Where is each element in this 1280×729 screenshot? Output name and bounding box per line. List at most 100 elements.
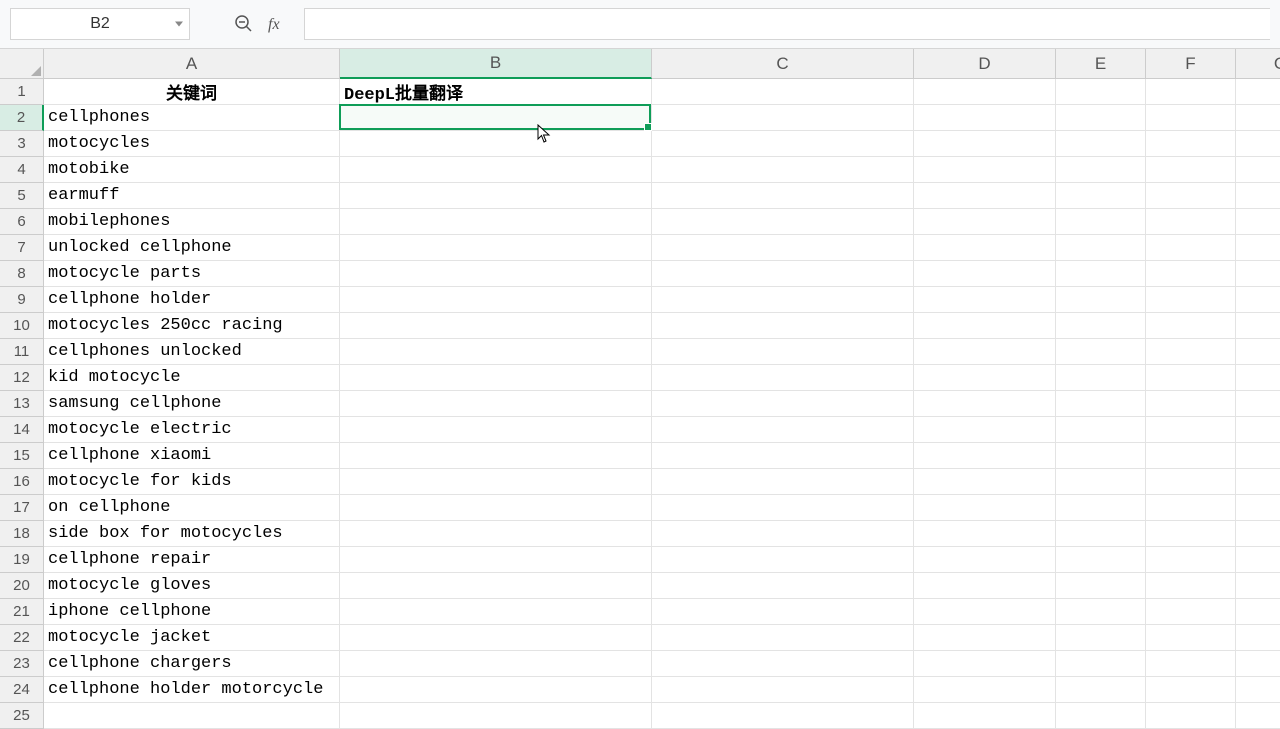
cell-F17[interactable]: [1146, 495, 1236, 521]
cell-F8[interactable]: [1146, 261, 1236, 287]
cell-D7[interactable]: [914, 235, 1056, 261]
cell-B6[interactable]: [340, 209, 652, 235]
cell-F20[interactable]: [1146, 573, 1236, 599]
cell-G7[interactable]: [1236, 235, 1280, 261]
cell-E11[interactable]: [1056, 339, 1146, 365]
cell-C18[interactable]: [652, 521, 914, 547]
row-header-23[interactable]: 23: [0, 651, 44, 677]
cell-B18[interactable]: [340, 521, 652, 547]
cell-E16[interactable]: [1056, 469, 1146, 495]
row-header-1[interactable]: 1: [0, 79, 44, 105]
cell-B9[interactable]: [340, 287, 652, 313]
cell-D6[interactable]: [914, 209, 1056, 235]
cell-B21[interactable]: [340, 599, 652, 625]
cell-B13[interactable]: [340, 391, 652, 417]
row-header-2[interactable]: 2: [0, 105, 44, 131]
cell-C6[interactable]: [652, 209, 914, 235]
cell-D21[interactable]: [914, 599, 1056, 625]
cell-A6[interactable]: mobilephones: [44, 209, 340, 235]
cell-E5[interactable]: [1056, 183, 1146, 209]
cell-F1[interactable]: [1146, 79, 1236, 105]
cell-B3[interactable]: [340, 131, 652, 157]
cell-F12[interactable]: [1146, 365, 1236, 391]
cell-E24[interactable]: [1056, 677, 1146, 703]
row-header-22[interactable]: 22: [0, 625, 44, 651]
cell-D24[interactable]: [914, 677, 1056, 703]
cell-C22[interactable]: [652, 625, 914, 651]
cell-D5[interactable]: [914, 183, 1056, 209]
row-header-20[interactable]: 20: [0, 573, 44, 599]
cell-C14[interactable]: [652, 417, 914, 443]
cell-C9[interactable]: [652, 287, 914, 313]
cell-B24[interactable]: [340, 677, 652, 703]
cell-C17[interactable]: [652, 495, 914, 521]
cell-E8[interactable]: [1056, 261, 1146, 287]
cell-G6[interactable]: [1236, 209, 1280, 235]
cell-D9[interactable]: [914, 287, 1056, 313]
cell-D19[interactable]: [914, 547, 1056, 573]
fx-icon[interactable]: fx: [264, 10, 292, 38]
cell-E21[interactable]: [1056, 599, 1146, 625]
cell-E3[interactable]: [1056, 131, 1146, 157]
cell-A25[interactable]: [44, 703, 340, 729]
cell-B17[interactable]: [340, 495, 652, 521]
cell-G23[interactable]: [1236, 651, 1280, 677]
cell-E1[interactable]: [1056, 79, 1146, 105]
cell-C10[interactable]: [652, 313, 914, 339]
cell-F10[interactable]: [1146, 313, 1236, 339]
cell-E25[interactable]: [1056, 703, 1146, 729]
cell-B22[interactable]: [340, 625, 652, 651]
cell-D2[interactable]: [914, 105, 1056, 131]
row-header-10[interactable]: 10: [0, 313, 44, 339]
cell-D22[interactable]: [914, 625, 1056, 651]
cell-B23[interactable]: [340, 651, 652, 677]
cell-G11[interactable]: [1236, 339, 1280, 365]
cell-D18[interactable]: [914, 521, 1056, 547]
row-header-11[interactable]: 11: [0, 339, 44, 365]
row-header-4[interactable]: 4: [0, 157, 44, 183]
cell-F3[interactable]: [1146, 131, 1236, 157]
cell-C7[interactable]: [652, 235, 914, 261]
cell-F25[interactable]: [1146, 703, 1236, 729]
cell-D12[interactable]: [914, 365, 1056, 391]
row-header-24[interactable]: 24: [0, 677, 44, 703]
cell-A17[interactable]: on cellphone: [44, 495, 340, 521]
cell-C25[interactable]: [652, 703, 914, 729]
row-header-14[interactable]: 14: [0, 417, 44, 443]
cell-G15[interactable]: [1236, 443, 1280, 469]
col-header-A[interactable]: A: [44, 49, 340, 79]
cell-G14[interactable]: [1236, 417, 1280, 443]
cell-G5[interactable]: [1236, 183, 1280, 209]
cell-C15[interactable]: [652, 443, 914, 469]
cell-G3[interactable]: [1236, 131, 1280, 157]
cell-B8[interactable]: [340, 261, 652, 287]
cell-B10[interactable]: [340, 313, 652, 339]
cell-E18[interactable]: [1056, 521, 1146, 547]
cell-G22[interactable]: [1236, 625, 1280, 651]
cell-C23[interactable]: [652, 651, 914, 677]
cell-F21[interactable]: [1146, 599, 1236, 625]
cell-E12[interactable]: [1056, 365, 1146, 391]
cell-D25[interactable]: [914, 703, 1056, 729]
cell-G4[interactable]: [1236, 157, 1280, 183]
select-all-corner[interactable]: [0, 49, 44, 79]
cell-F23[interactable]: [1146, 651, 1236, 677]
cell-G19[interactable]: [1236, 547, 1280, 573]
cell-F14[interactable]: [1146, 417, 1236, 443]
cell-A21[interactable]: iphone cellphone: [44, 599, 340, 625]
cell-B14[interactable]: [340, 417, 652, 443]
name-box[interactable]: B2: [10, 8, 190, 40]
cell-E23[interactable]: [1056, 651, 1146, 677]
cell-F13[interactable]: [1146, 391, 1236, 417]
cell-D20[interactable]: [914, 573, 1056, 599]
cell-F15[interactable]: [1146, 443, 1236, 469]
cell-G13[interactable]: [1236, 391, 1280, 417]
cell-F11[interactable]: [1146, 339, 1236, 365]
cell-E9[interactable]: [1056, 287, 1146, 313]
cell-G8[interactable]: [1236, 261, 1280, 287]
cell-A1[interactable]: 关键词: [44, 79, 340, 105]
row-header-8[interactable]: 8: [0, 261, 44, 287]
formula-input[interactable]: [304, 8, 1270, 40]
cell-A5[interactable]: earmuff: [44, 183, 340, 209]
cell-A12[interactable]: kid motocycle: [44, 365, 340, 391]
